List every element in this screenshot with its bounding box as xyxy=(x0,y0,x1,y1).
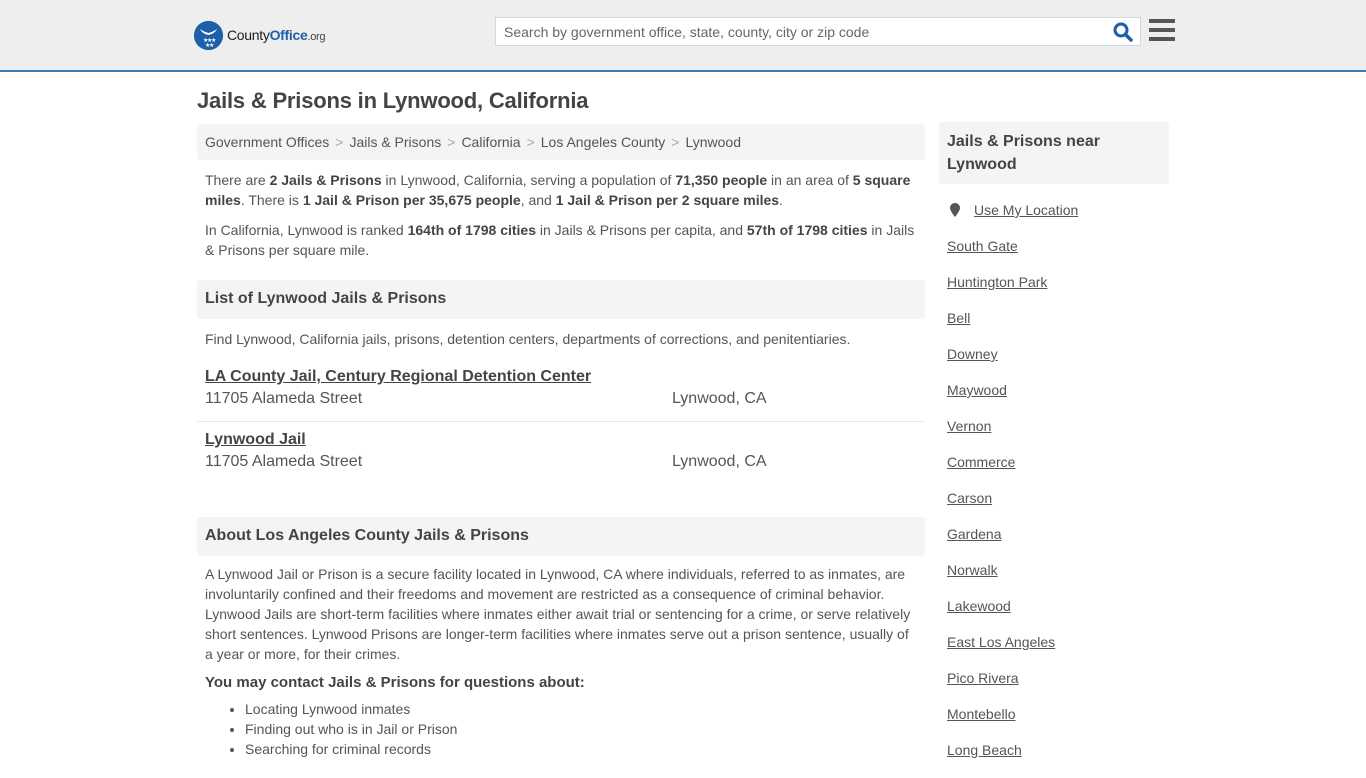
ranking-paragraph: In California, Lynwood is ranked 164th o… xyxy=(205,222,915,258)
list-item: Finding out who is in Jail or Prison xyxy=(245,719,925,739)
nearby-links: Use My Location South Gate Huntington Pa… xyxy=(939,184,1169,778)
contact-topics-list: Locating Lynwood inmates Finding out who… xyxy=(197,691,925,759)
breadcrumb: Government Offices > Jails & Prisons > Calif… xyxy=(197,124,925,160)
nearby-city-link[interactable]: Vernon xyxy=(947,418,1161,454)
hamburger-menu-icon-bar xyxy=(1149,19,1175,23)
nearby-city-link[interactable]: Montebello xyxy=(947,706,1161,742)
nearby-city-link[interactable]: Norwalk xyxy=(947,562,1161,598)
facility-item: LA County Jail, Century Regional Detenti… xyxy=(197,359,925,422)
facility-street: 11705 Alameda Street xyxy=(205,453,363,470)
facility-street: 11705 Alameda Street xyxy=(205,390,363,407)
nearby-city-link[interactable]: Maywood xyxy=(947,382,1161,418)
about-section: About Los Angeles County Jails & Prisons… xyxy=(197,517,925,759)
search-input[interactable] xyxy=(496,18,1096,45)
hamburger-menu-icon-bar xyxy=(1149,37,1175,41)
page-title: Jails & Prisons in Lynwood, California xyxy=(197,88,589,113)
breadcrumb-item-lynwood[interactable]: Lynwood xyxy=(685,134,741,150)
facility-address: 11705 Alameda Street Lynwood, CA xyxy=(205,450,917,474)
nearby-city-link[interactable]: Bell xyxy=(947,310,1161,346)
svg-text:★: ★ xyxy=(209,42,214,49)
nearby-city-link[interactable]: Long Beach xyxy=(947,742,1161,778)
breadcrumb-item-los-angeles-county[interactable]: Los Angeles County xyxy=(541,134,666,150)
facility-name-link[interactable]: Lynwood Jail xyxy=(205,430,306,450)
facility-item: Lynwood Jail 11705 Alameda Street Lynwoo… xyxy=(197,422,925,484)
nearby-city-link[interactable]: South Gate xyxy=(947,238,1161,274)
main-content: Government Offices > Jails & Prisons > Calif… xyxy=(197,124,925,759)
breadcrumb-item-government-offices[interactable]: Government Offices xyxy=(205,134,329,150)
hamburger-menu-icon-bar xyxy=(1149,28,1175,32)
logo-wordmark: CountyOffice.org xyxy=(227,27,326,43)
use-my-location-link[interactable]: Use My Location xyxy=(974,202,1078,218)
facility-city: Lynwood, CA xyxy=(672,390,767,407)
section-description: Find Lynwood, California jails, prisons,… xyxy=(205,331,851,347)
nearby-city-link[interactable]: East Los Angeles xyxy=(947,634,1161,670)
breadcrumb-item-jails-prisons[interactable]: Jails & Prisons xyxy=(349,134,441,150)
search-button[interactable] xyxy=(1112,21,1134,43)
search-icon xyxy=(1113,22,1133,42)
map-pin-icon xyxy=(950,203,960,217)
breadcrumb-separator: > xyxy=(335,134,344,150)
contact-heading: You may contact Jails & Prisons for ques… xyxy=(205,674,585,691)
search-bar xyxy=(495,17,1141,46)
breadcrumb-separator: > xyxy=(447,134,456,150)
site-header: ★ ★ ★ ★ ★ CountyOffice.org xyxy=(0,0,1366,72)
facility-city: Lynwood, CA xyxy=(672,453,767,470)
nearby-city-link[interactable]: Huntington Park xyxy=(947,274,1161,310)
intro-summary: There are 2 Jails & Prisons in Lynwood, … xyxy=(197,170,925,260)
nearby-city-link[interactable]: Pico Rivera xyxy=(947,670,1161,706)
breadcrumb-item-california[interactable]: California xyxy=(461,134,520,150)
list-item: Locating Lynwood inmates xyxy=(245,699,925,719)
nearby-city-link[interactable]: Gardena xyxy=(947,526,1161,562)
about-paragraph: A Lynwood Jail or Prison is a secure fac… xyxy=(205,566,911,662)
breadcrumb-separator: > xyxy=(671,134,680,150)
hamburger-menu-button[interactable] xyxy=(1149,19,1175,42)
list-item: Searching for criminal records xyxy=(245,739,925,759)
nearby-city-link[interactable]: Commerce xyxy=(947,454,1161,490)
site-logo-link[interactable]: ★ ★ ★ ★ ★ CountyOffice.org xyxy=(194,20,326,50)
sidebar: Jails & Prisons near Lynwood Use My Loca… xyxy=(939,122,1169,778)
facility-list-section: List of Lynwood Jails & Prisons Find Lyn… xyxy=(197,280,925,484)
section-heading: About Los Angeles County Jails & Prisons xyxy=(197,517,925,556)
facility-address: 11705 Alameda Street Lynwood, CA xyxy=(205,387,917,411)
breadcrumb-separator: > xyxy=(526,134,535,150)
nearby-city-link[interactable]: Downey xyxy=(947,346,1161,382)
eagle-stars-logo-icon: ★ ★ ★ ★ ★ xyxy=(194,20,223,50)
nearby-city-link[interactable]: Carson xyxy=(947,490,1161,526)
nearby-city-link[interactable]: Lakewood xyxy=(947,598,1161,634)
use-my-location: Use My Location xyxy=(947,202,1161,238)
section-heading: List of Lynwood Jails & Prisons xyxy=(197,280,925,319)
facility-name-link[interactable]: LA County Jail, Century Regional Detenti… xyxy=(205,367,591,387)
sidebar-heading: Jails & Prisons near Lynwood xyxy=(939,122,1169,184)
summary-paragraph: There are 2 Jails & Prisons in Lynwood, … xyxy=(205,172,911,208)
